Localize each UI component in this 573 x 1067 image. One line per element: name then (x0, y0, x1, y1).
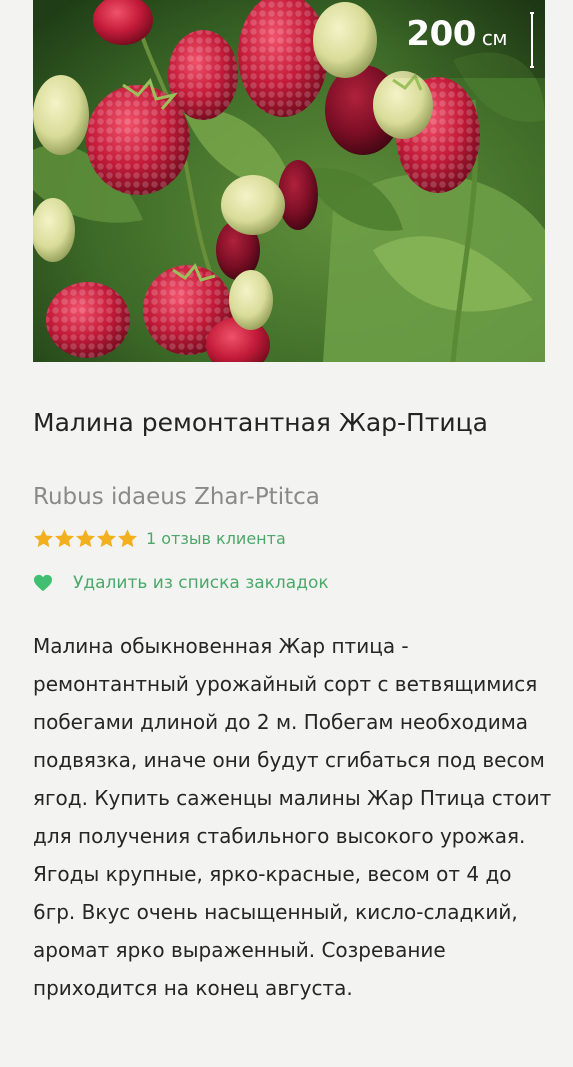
height-badge: 200 см (375, 0, 545, 78)
reviews-link[interactable]: 1 отзыв клиента (146, 529, 286, 548)
height-number: 200 (406, 14, 476, 54)
height-unit: см (481, 26, 508, 50)
height-ruler-icon (530, 12, 534, 68)
star-icon (97, 529, 116, 548)
star-icon (34, 529, 53, 548)
product-rating: 1 отзыв клиента (33, 528, 286, 549)
rating-stars (33, 528, 138, 549)
product-page: 200 см Малина ремонтантная Жар-Птица Rubu… (0, 0, 573, 1067)
bookmark-label: Удалить из списка закладок (73, 573, 329, 593)
product-title: Малина ремонтантная Жар-Птица (33, 408, 489, 437)
star-icon (76, 529, 95, 548)
plant-height-value: 200 см (406, 14, 507, 54)
latin-name: Rubus idaeus Zhar-Ptitca (33, 484, 320, 510)
product-photo[interactable]: 200 см (33, 0, 545, 362)
remove-bookmark-button[interactable]: Удалить из списка закладок (33, 573, 329, 593)
heart-icon (34, 574, 52, 592)
star-icon (118, 529, 137, 548)
product-description: Малина обыкновенная Жар птица - ремонтан… (33, 634, 552, 1000)
star-icon (55, 529, 74, 548)
